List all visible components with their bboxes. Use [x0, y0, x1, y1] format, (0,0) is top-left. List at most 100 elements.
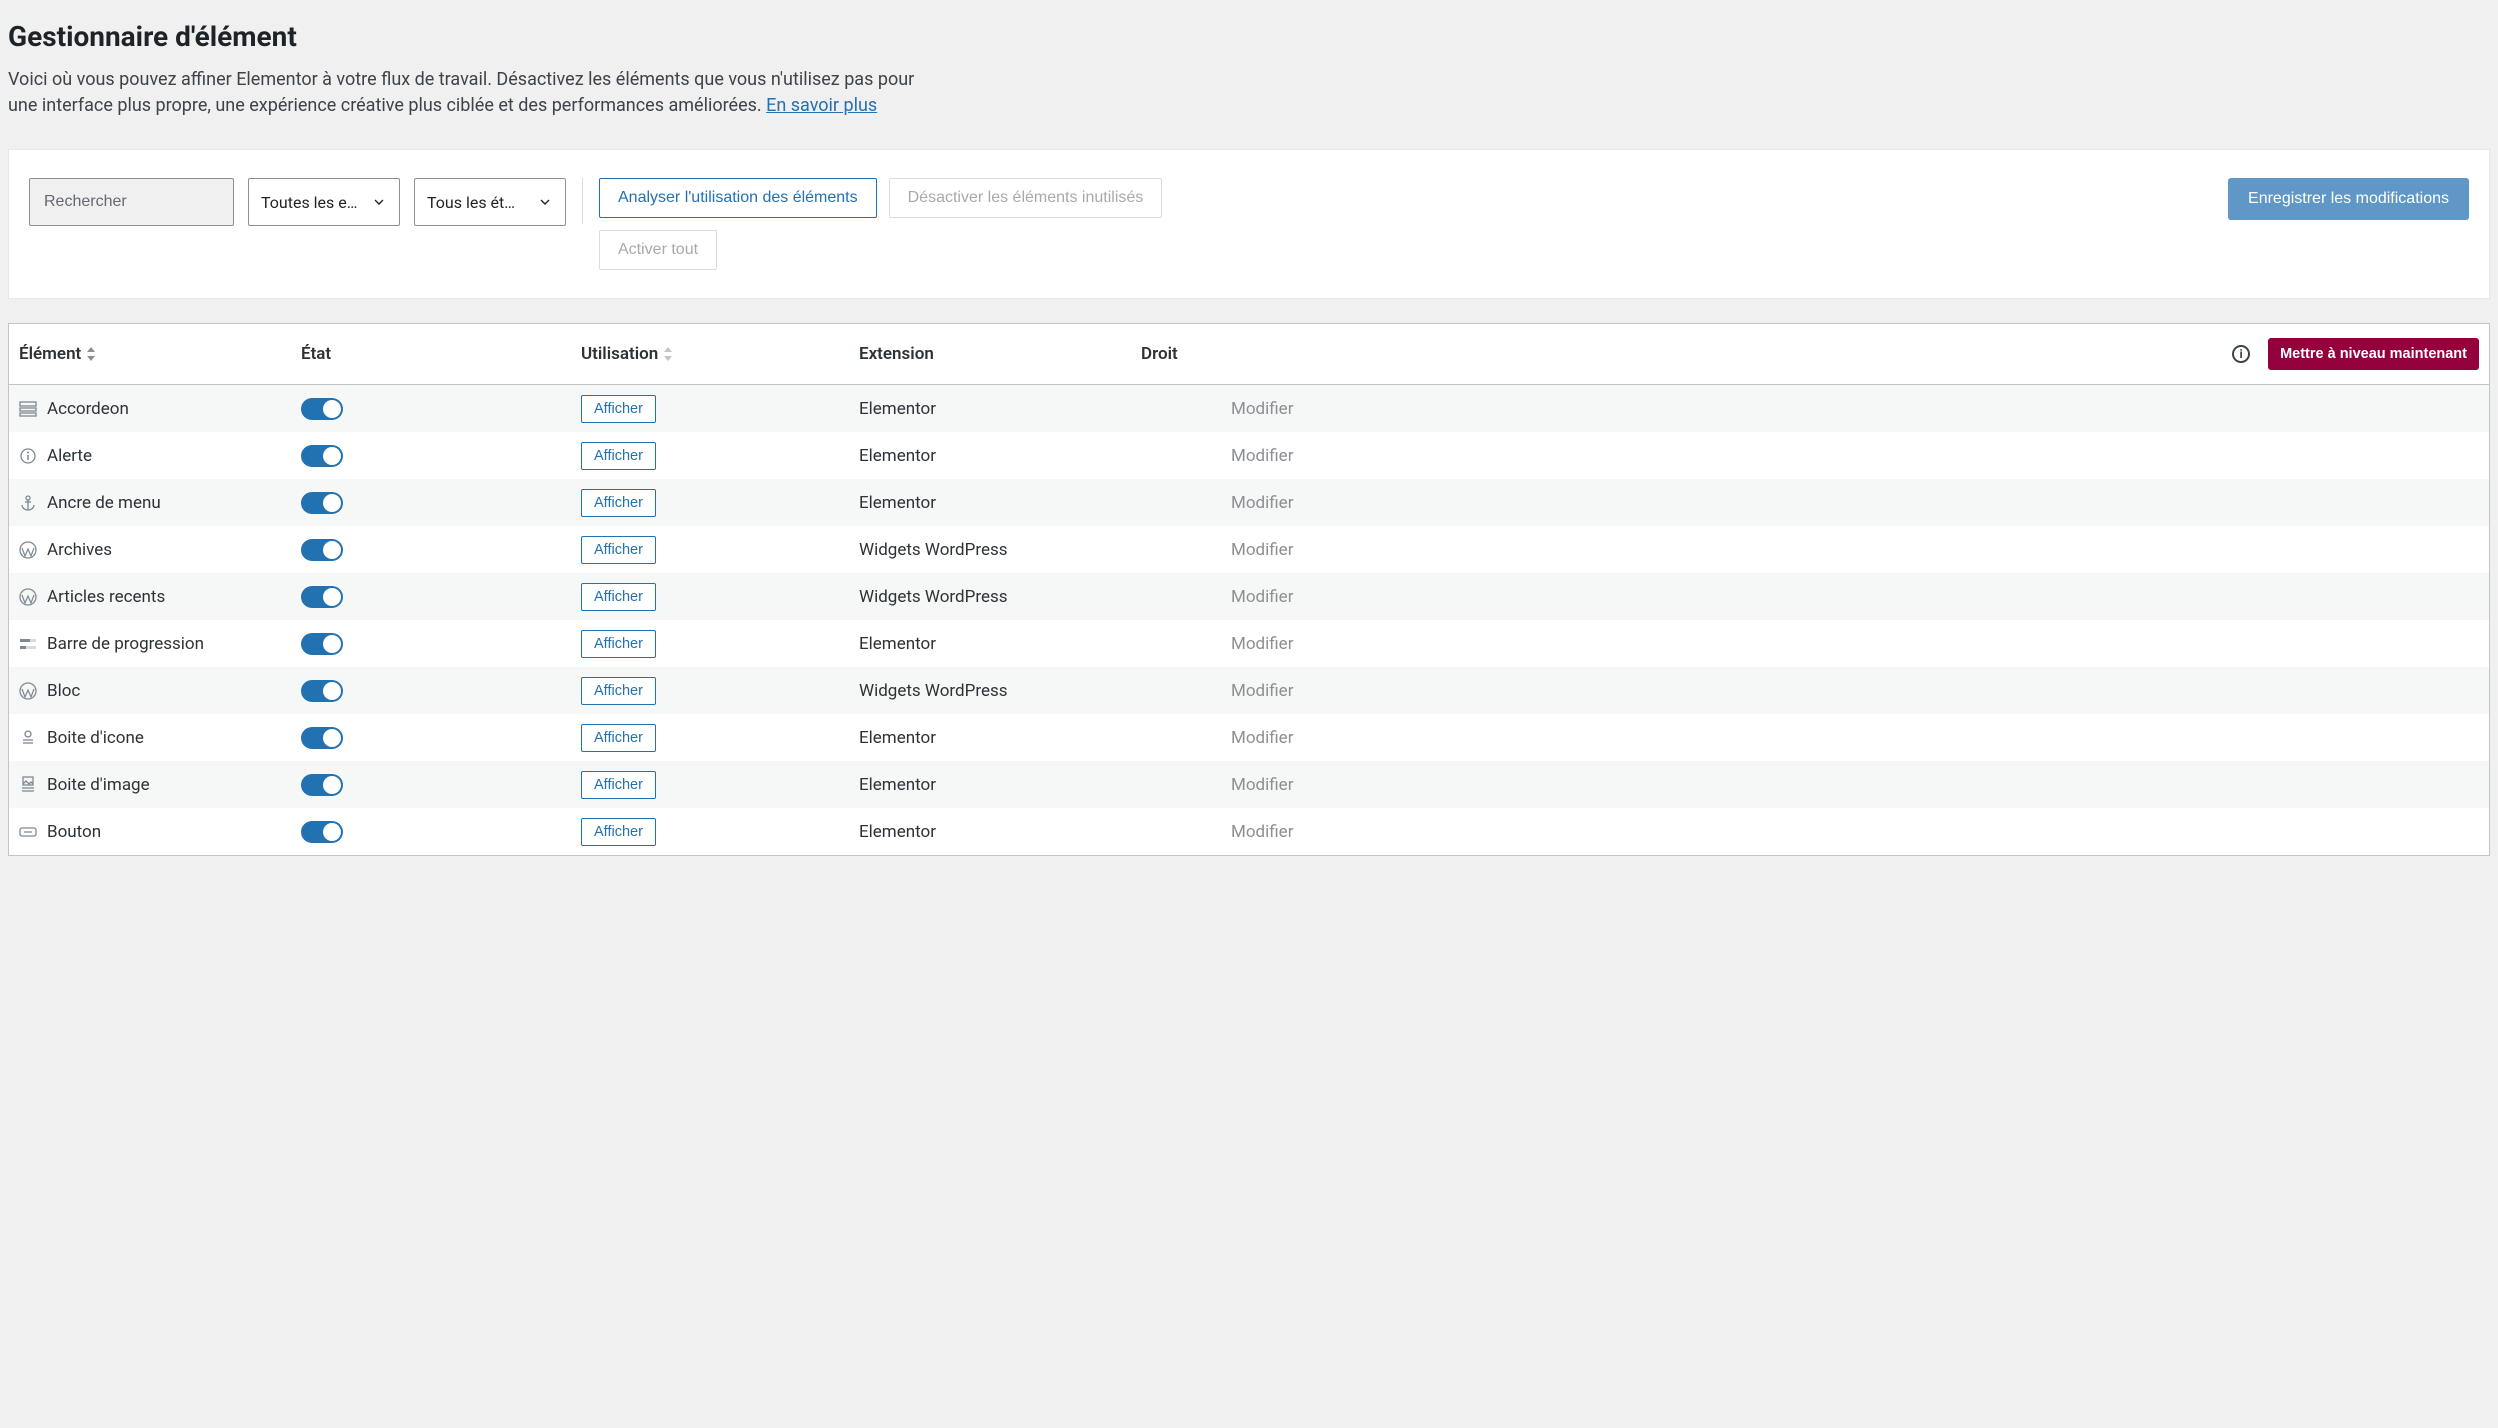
edit-action[interactable]: Modifier [1231, 587, 1293, 607]
toolbar-divider [582, 178, 583, 224]
show-usage-button[interactable]: Afficher [581, 724, 656, 752]
table-row: Archives Afficher Widgets WordPress Modi… [9, 526, 2489, 573]
edit-action[interactable]: Modifier [1231, 399, 1293, 419]
element-type-icon [19, 823, 37, 841]
show-usage-button[interactable]: Afficher [581, 818, 656, 846]
extension-name: Elementor [859, 634, 936, 654]
element-name: Alerte [47, 446, 92, 466]
filter-status-select[interactable]: Tous les ét… [414, 178, 566, 226]
element-type-icon [19, 776, 37, 794]
edit-action[interactable]: Modifier [1231, 493, 1293, 513]
chevron-down-icon [537, 194, 553, 210]
table-row: Boite d'image Afficher Elementor Modifie… [9, 761, 2489, 808]
show-usage-button[interactable]: Afficher [581, 536, 656, 564]
filter-status-label: Tous les ét… [427, 193, 515, 212]
show-usage-button[interactable]: Afficher [581, 583, 656, 611]
column-header-element[interactable]: Élément [19, 344, 301, 364]
show-usage-button[interactable]: Afficher [581, 489, 656, 517]
extension-name: Widgets WordPress [859, 587, 1008, 607]
scan-usage-button[interactable]: Analyser l'utilisation des éléments [599, 178, 877, 218]
column-header-usage[interactable]: Utilisation [581, 344, 859, 364]
table-row: Boite d'icone Afficher Elementor Modifie… [9, 714, 2489, 761]
sort-icon [662, 347, 674, 361]
state-toggle[interactable] [301, 586, 343, 608]
edit-action[interactable]: Modifier [1231, 540, 1293, 560]
state-toggle[interactable] [301, 445, 343, 467]
element-type-icon [19, 541, 37, 559]
state-toggle[interactable] [301, 727, 343, 749]
search-input-wrap[interactable] [29, 178, 234, 226]
show-usage-button[interactable]: Afficher [581, 442, 656, 470]
table-row: Ancre de menu Afficher Elementor Modifie… [9, 479, 2489, 526]
extension-name: Widgets WordPress [859, 681, 1008, 701]
extension-name: Elementor [859, 775, 936, 795]
elements-table: Élément État Utilisation Extension Droit… [8, 323, 2490, 856]
element-name: Bloc [47, 681, 80, 701]
page-title: Gestionnaire d'élément [8, 20, 2490, 53]
element-type-icon [19, 682, 37, 700]
state-toggle[interactable] [301, 680, 343, 702]
element-name: Barre de progression [47, 634, 204, 654]
filter-extension-label: Toutes les e… [261, 193, 357, 212]
table-row: Alerte Afficher Elementor Modifier [9, 432, 2489, 479]
element-name: Ancre de menu [47, 493, 161, 513]
state-toggle[interactable] [301, 821, 343, 843]
state-toggle[interactable] [301, 492, 343, 514]
element-name: Boite d'image [47, 775, 150, 795]
element-name: Accordeon [47, 399, 129, 419]
table-row: Bouton Afficher Elementor Modifier [9, 808, 2489, 855]
table-row: Bloc Afficher Widgets WordPress Modifier [9, 667, 2489, 714]
element-type-icon [19, 588, 37, 606]
state-toggle[interactable] [301, 398, 343, 420]
element-type-icon [19, 635, 37, 653]
sort-icon [85, 347, 97, 361]
column-header-usage-label: Utilisation [581, 344, 658, 364]
state-toggle[interactable] [301, 774, 343, 796]
extension-name: Elementor [859, 493, 936, 513]
column-header-state-label: État [301, 344, 331, 364]
edit-action[interactable]: Modifier [1231, 634, 1293, 654]
element-name: Articles recents [47, 587, 165, 607]
extension-name: Elementor [859, 822, 936, 842]
extension-name: Elementor [859, 399, 936, 419]
show-usage-button[interactable]: Afficher [581, 771, 656, 799]
chevron-down-icon [371, 194, 387, 210]
column-header-extension: Extension [859, 344, 1141, 364]
learn-more-link[interactable]: En savoir plus [766, 95, 877, 116]
table-header-row: Élément État Utilisation Extension Droit… [9, 324, 2489, 385]
element-type-icon [19, 729, 37, 747]
state-toggle[interactable] [301, 633, 343, 655]
table-body: Accordeon Afficher Elementor Modifier Al… [9, 385, 2489, 855]
column-header-extension-label: Extension [859, 344, 934, 364]
edit-action[interactable]: Modifier [1231, 728, 1293, 748]
save-button[interactable]: Enregistrer les modifications [2228, 178, 2469, 220]
show-usage-button[interactable]: Afficher [581, 395, 656, 423]
disable-unused-button[interactable]: Désactiver les éléments inutilisés [889, 178, 1163, 218]
element-name: Boite d'icone [47, 728, 144, 748]
enable-all-button[interactable]: Activer tout [599, 230, 717, 270]
element-type-icon [19, 494, 37, 512]
column-header-right: Droit [1141, 344, 1231, 364]
extension-name: Elementor [859, 446, 936, 466]
element-type-icon [19, 400, 37, 418]
extension-name: Elementor [859, 728, 936, 748]
element-type-icon [19, 447, 37, 465]
extension-name: Widgets WordPress [859, 540, 1008, 560]
page-description: Voici où vous pouvez affiner Elementor à… [8, 67, 948, 119]
edit-action[interactable]: Modifier [1231, 681, 1293, 701]
filter-extension-select[interactable]: Toutes les e… [248, 178, 400, 226]
show-usage-button[interactable]: Afficher [581, 677, 656, 705]
element-name: Bouton [47, 822, 101, 842]
search-input[interactable] [42, 192, 253, 212]
table-row: Accordeon Afficher Elementor Modifier [9, 385, 2489, 432]
state-toggle[interactable] [301, 539, 343, 561]
column-header-element-label: Élément [19, 344, 81, 364]
show-usage-button[interactable]: Afficher [581, 630, 656, 658]
element-name: Archives [47, 540, 112, 560]
table-row: Articles recents Afficher Widgets WordPr… [9, 573, 2489, 620]
edit-action[interactable]: Modifier [1231, 446, 1293, 466]
edit-action[interactable]: Modifier [1231, 822, 1293, 842]
edit-action[interactable]: Modifier [1231, 775, 1293, 795]
info-icon[interactable]: i [2232, 345, 2250, 363]
upgrade-now-button[interactable]: Mettre à niveau maintenant [2268, 338, 2479, 370]
